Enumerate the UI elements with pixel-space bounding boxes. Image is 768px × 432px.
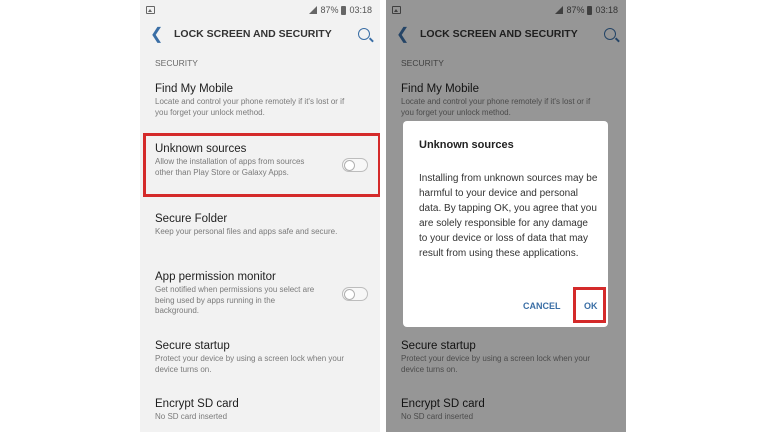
phone-screen-settings: 87% 03:18 ❮ LOCK SCREEN AND SECURITY SEC… xyxy=(140,0,380,432)
search-icon[interactable] xyxy=(358,28,370,40)
setting-title: Secure Folder xyxy=(155,213,228,225)
setting-title: Find My Mobile xyxy=(155,83,233,95)
app-permission-monitor-toggle[interactable] xyxy=(342,287,368,301)
highlight-box xyxy=(143,133,380,197)
setting-subtitle: Locate and control your phone remotely i… xyxy=(155,97,345,117)
setting-subtitle: Get notified when permissions you select… xyxy=(155,285,315,315)
setting-title: App permission monitor xyxy=(155,271,276,283)
setting-secure-folder[interactable]: Secure Folder Keep your personal files a… xyxy=(155,212,365,238)
dialog-message: Installing from unknown sources may be h… xyxy=(419,173,598,259)
setting-secure-startup[interactable]: Secure startup Protect your device by us… xyxy=(155,339,365,375)
clock: 03:18 xyxy=(349,5,372,15)
dialog-title: Unknown sources xyxy=(419,139,514,151)
phone-screen-dialog: 87% 03:18 ❮ LOCK SCREEN AND SECURITY SEC… xyxy=(386,0,626,432)
section-label: SECURITY xyxy=(155,58,198,68)
setting-title: Secure startup xyxy=(155,340,230,352)
setting-subtitle: No SD card inserted xyxy=(155,412,228,421)
setting-title: Encrypt SD card xyxy=(155,398,239,410)
setting-find-my-mobile[interactable]: Find My Mobile Locate and control your p… xyxy=(155,82,365,118)
cancel-button[interactable]: CANCEL xyxy=(523,301,561,311)
highlight-box xyxy=(573,287,606,323)
status-bar: 87% 03:18 xyxy=(140,0,380,20)
battery-icon xyxy=(341,5,347,15)
setting-app-permission-monitor[interactable]: App permission monitor Get notified when… xyxy=(155,270,365,317)
image-icon xyxy=(146,6,155,14)
stage: 87% 03:18 ❮ LOCK SCREEN AND SECURITY SEC… xyxy=(0,0,768,432)
setting-subtitle: Protect your device by using a screen lo… xyxy=(155,354,344,374)
signal-icon xyxy=(309,6,318,14)
page-title: LOCK SCREEN AND SECURITY xyxy=(174,28,332,40)
back-arrow-icon[interactable]: ❮ xyxy=(150,24,170,44)
setting-encrypt-sd-card[interactable]: Encrypt SD card No SD card inserted xyxy=(155,397,365,423)
app-bar: ❮ LOCK SCREEN AND SECURITY xyxy=(140,20,380,48)
battery-percent: 87% xyxy=(320,5,339,15)
setting-subtitle: Keep your personal files and apps safe a… xyxy=(155,227,338,236)
